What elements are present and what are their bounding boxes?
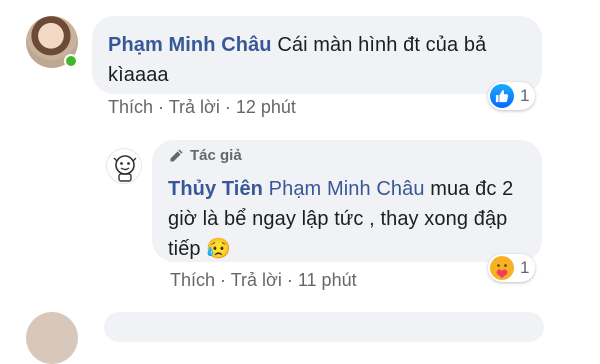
reaction-badge[interactable]: 1 [488, 254, 536, 282]
comment-actions: Thích · Trả lời · 12 phút [108, 97, 296, 118]
author-badge: Tác giả [168, 147, 242, 164]
pencil-icon [168, 148, 184, 164]
reply-button[interactable]: Trả lời [231, 270, 282, 290]
comment-timestamp[interactable]: 12 phút [236, 97, 296, 117]
sad-emoji: 😥 [206, 238, 232, 260]
reply-author-name[interactable]: Thủy Tiên [168, 178, 263, 200]
like-button[interactable]: Thích [108, 97, 153, 117]
reply-button[interactable]: Trả lời [169, 97, 220, 117]
author-badge-label: Tác giả [190, 147, 242, 164]
separator: · [220, 270, 231, 290]
reply-timestamp[interactable]: 11 phút [298, 270, 357, 290]
tagged-user[interactable]: Phạm Minh Châu [269, 178, 425, 200]
comment-author-name[interactable]: Phạm Minh Châu [108, 34, 272, 56]
separator: · [286, 270, 298, 290]
reply-text-block: Thủy Tiên Phạm Minh Châu mua đc 2 giờ là… [168, 174, 528, 264]
like-button[interactable]: Thích [170, 270, 215, 290]
separator: · [224, 97, 236, 117]
reaction-count: 1 [520, 258, 530, 277]
care-icon [490, 256, 514, 280]
reply-actions: Thích · Trả lời · 11 phút [170, 270, 357, 291]
comment-text-block: Phạm Minh Châu Cái màn hình đt của bả kì… [108, 30, 528, 90]
online-status-dot [64, 54, 78, 68]
separator: · [158, 97, 169, 117]
avatar[interactable] [106, 148, 142, 184]
like-icon [490, 84, 514, 108]
comment-bubble [104, 312, 544, 342]
reaction-badge[interactable]: 1 [488, 82, 536, 110]
reaction-count: 1 [520, 86, 530, 105]
